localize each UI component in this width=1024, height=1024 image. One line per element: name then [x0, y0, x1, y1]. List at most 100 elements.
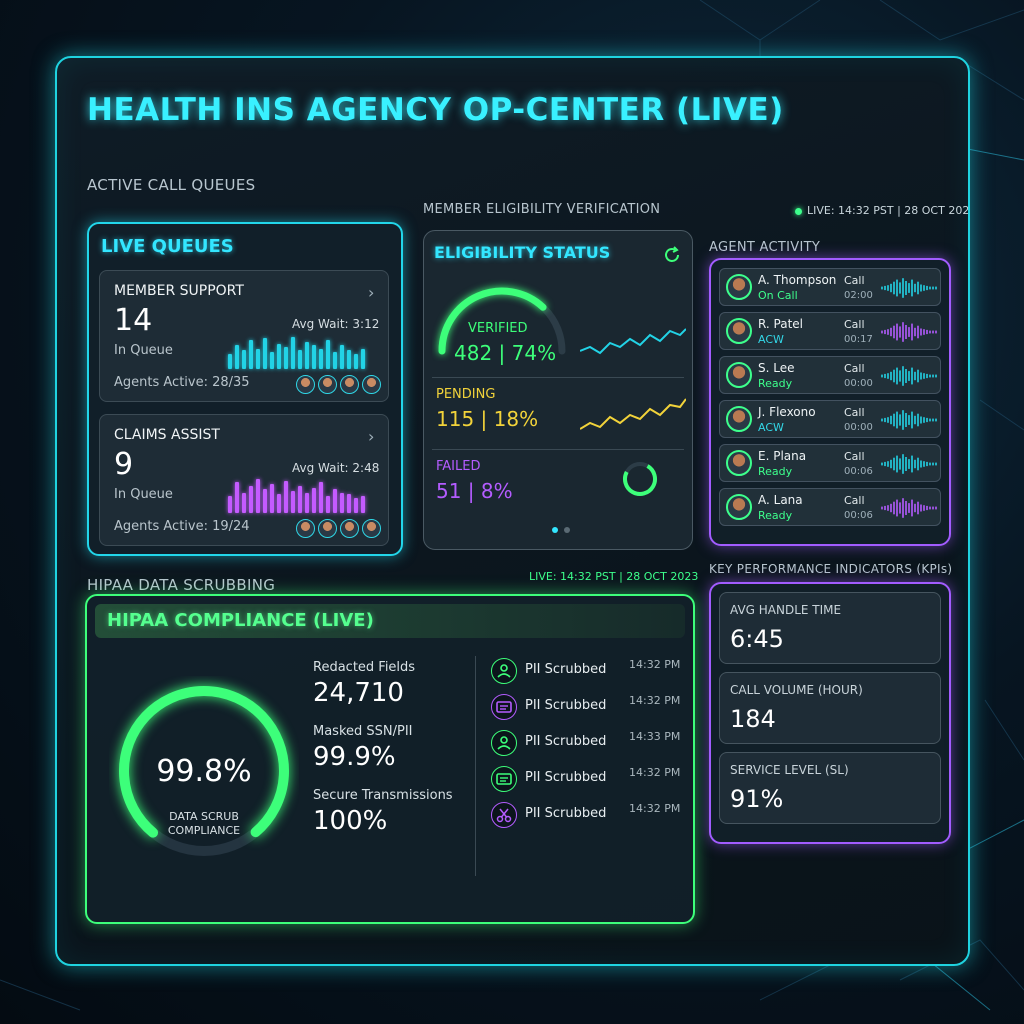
pending-trend-sparkline: [580, 398, 686, 430]
agent-name: A. Lana: [758, 493, 803, 507]
volume-bar: [361, 348, 365, 369]
agent-status: Ready: [758, 509, 793, 522]
queue-volume-bars: [228, 335, 365, 369]
volume-bar: [333, 352, 337, 369]
audio-waveform-icon: [881, 410, 937, 430]
chevron-right-icon[interactable]: ›: [368, 427, 374, 446]
volume-bar: [361, 496, 365, 513]
eligibility-panel: ELIGIBILITY STATUS VERIFIED 482 | 74% PE…: [423, 230, 693, 550]
volume-bar: [256, 479, 260, 513]
volume-bar: [319, 482, 323, 513]
scrub-log-text: PII Scrubbed: [525, 806, 607, 821]
scrub-log-text: PII Scrubbed: [525, 734, 607, 749]
scrub-log-time: 14:32 PM: [629, 766, 681, 779]
user-check-icon: [491, 730, 517, 756]
avatar: [362, 519, 381, 538]
queue-volume-bars: [228, 479, 365, 513]
scrub-log-text: PII Scrubbed: [525, 770, 607, 785]
failed-value: 51 | 8%: [436, 479, 513, 503]
hipaa-section-label: HIPAA DATA SCRUBBING: [87, 576, 276, 594]
agent-row[interactable]: J. Flexono ACW Call 00:00: [719, 400, 941, 438]
avatar: [318, 519, 337, 538]
audio-waveform-icon: [881, 322, 937, 342]
kpi-card: AVG HANDLE TIME 6:45: [719, 592, 941, 664]
agents-section-label: AGENT ACTIVITY: [709, 240, 821, 255]
hipaa-stat-label: Secure Transmissions: [313, 788, 453, 803]
queue-card[interactable]: CLAIMS ASSIST › 9 In Queue Avg Wait: 2:48 Age…: [99, 414, 389, 546]
volume-bar: [298, 485, 302, 513]
verified-trend-sparkline: [580, 328, 686, 355]
pending-value: 115 | 18%: [436, 407, 539, 431]
agent-call-duration: 00:17: [844, 334, 873, 345]
scrub-log-time: 14:33 PM: [629, 730, 681, 743]
agent-call-duration: 00:06: [844, 466, 873, 477]
agent-call-label: Call: [844, 450, 865, 463]
id-card-icon: [491, 766, 517, 792]
agent-row[interactable]: R. Patel ACW Call 00:17: [719, 312, 941, 350]
eligibility-section-label: MEMBER ELIGIBILITY VERIFICATION: [423, 202, 661, 217]
agent-call-duration: 00:00: [844, 378, 873, 389]
agent-row[interactable]: E. Plana Ready Call 00:06: [719, 444, 941, 482]
pager-dot[interactable]: [564, 527, 570, 533]
header-live-timestamp-text: LIVE: 14:32 PST | 28 OCT 2023: [807, 204, 970, 217]
avatar: [726, 362, 752, 388]
scrub-log-row: PII Scrubbed 14:32 PM: [491, 692, 687, 726]
volume-bar: [298, 350, 302, 369]
live-indicator-icon: [795, 207, 802, 215]
agent-row[interactable]: S. Lee Ready Call 00:00: [719, 356, 941, 394]
pager-dot-active[interactable]: [552, 527, 558, 533]
queue-name: MEMBER SUPPORT: [114, 283, 244, 299]
agent-name: S. Lee: [758, 361, 795, 375]
volume-bar: [284, 346, 288, 369]
kpi-label: AVG HANDLE TIME: [730, 603, 842, 617]
scrub-log-row: PII Scrubbed 14:32 PM: [491, 764, 687, 798]
kpi-label: CALL VOLUME (HOUR): [730, 683, 863, 697]
kpi-card: SERVICE LEVEL (SL) 91%: [719, 752, 941, 824]
avatar: [362, 375, 381, 394]
agent-name: R. Patel: [758, 317, 804, 331]
queue-avg-wait: Avg Wait: 3:12: [292, 317, 380, 331]
hipaa-stat-value: 99.9%: [313, 742, 396, 772]
hipaa-stat-label: Redacted Fields: [313, 660, 416, 675]
queue-avg-wait: Avg Wait: 2:48: [292, 461, 380, 475]
agent-call-label: Call: [844, 406, 865, 419]
loading-ring-icon: [623, 462, 657, 496]
volume-bar: [354, 497, 358, 513]
volume-bar: [340, 345, 344, 369]
agent-call-label: Call: [844, 274, 865, 287]
volume-bar: [228, 353, 232, 369]
refresh-icon[interactable]: [662, 245, 682, 265]
agent-row[interactable]: A. Lana Ready Call 00:06: [719, 488, 941, 526]
agent-avatars: [296, 519, 381, 538]
volume-bar: [319, 348, 323, 369]
queues-section-label: ACTIVE CALL QUEUES: [87, 176, 256, 194]
queue-card[interactable]: MEMBER SUPPORT › 14 In Queue Avg Wait: 3:12 A…: [99, 270, 389, 402]
audio-waveform-icon: [881, 278, 937, 298]
agent-row[interactable]: A. Thompson On Call Call 02:00: [719, 268, 941, 306]
queue-count: 14: [114, 303, 153, 338]
volume-bar: [326, 340, 330, 369]
live-queues-panel: LIVE QUEUES MEMBER SUPPORT › 14 In Queue Avg…: [87, 222, 403, 556]
scissors-icon: [491, 802, 517, 828]
avatar: [726, 274, 752, 300]
queue-count-label: In Queue: [114, 487, 173, 502]
volume-bar: [242, 350, 246, 369]
agent-call-label: Call: [844, 318, 865, 331]
avatar: [296, 375, 315, 394]
id-card-icon: [491, 694, 517, 720]
page-title: HEALTH INS AGENCY OP-CENTER (LIVE): [87, 92, 784, 128]
agent-status: On Call: [758, 289, 798, 302]
volume-bar: [333, 489, 337, 513]
volume-bar: [312, 345, 316, 369]
kpi-panel: AVG HANDLE TIME 6:45 CALL VOLUME (HOUR) 184…: [709, 582, 951, 844]
avatar: [340, 375, 359, 394]
dashboard-screen: HEALTH INS AGENCY OP-CENTER (LIVE) LIVE:…: [55, 56, 970, 966]
chevron-right-icon[interactable]: ›: [368, 283, 374, 302]
volume-bar: [277, 343, 281, 369]
agent-call-duration: 00:00: [844, 422, 873, 433]
header-live-timestamp: LIVE: 14:32 PST | 28 OCT 2023: [795, 204, 970, 217]
pending-label: PENDING: [436, 387, 496, 402]
agent-name: A. Thompson: [758, 273, 837, 287]
hipaa-compliance-panel: HIPAA COMPLIANCE (LIVE) 99.8% DATA SCRUB…: [85, 594, 695, 924]
avatar: [726, 318, 752, 344]
